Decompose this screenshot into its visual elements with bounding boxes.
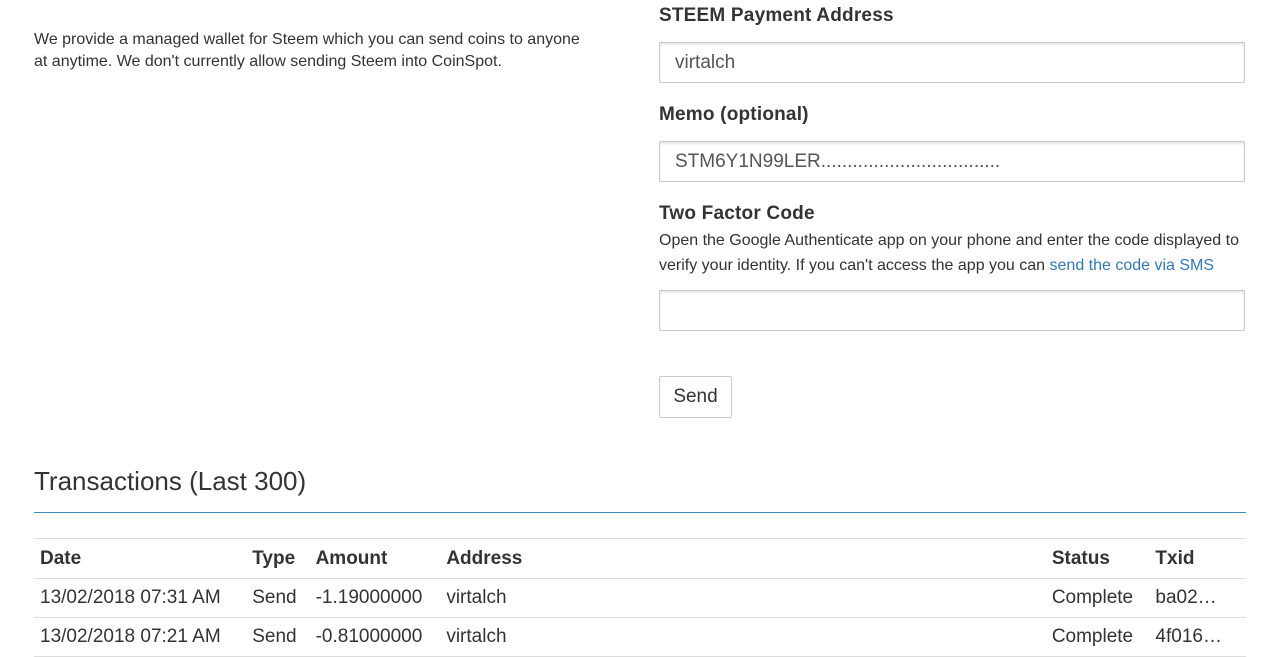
cell-status: Complete: [1045, 578, 1150, 618]
memo-input[interactable]: STM6Y1N99LER............................…: [659, 141, 1245, 182]
cell-type: Send: [246, 617, 310, 657]
table-row: 13/02/2018 07:21 AM Send -0.81000000 vir…: [34, 617, 1246, 657]
memo-label: Memo (optional): [659, 104, 809, 125]
send-code-sms-link[interactable]: send the code via SMS: [1050, 257, 1215, 274]
cell-address: virtalch: [440, 578, 1046, 618]
column-header-amount[interactable]: Amount: [309, 538, 441, 579]
table-row: 13/02/2018 07:31 AM Send -1.19000000 vir…: [34, 578, 1246, 618]
cell-amount: -1.19000000: [309, 578, 441, 618]
table-header-row: Date Type Amount Address Status Txid: [34, 538, 1246, 579]
transactions-title: Transactions (Last 300): [34, 466, 307, 496]
cell-date: 13/02/2018 07:21 AM: [34, 617, 247, 657]
two-factor-code-input[interactable]: [659, 290, 1245, 331]
payment-address-input[interactable]: virtalch: [659, 42, 1245, 83]
cell-txid[interactable]: ba02…: [1149, 578, 1246, 618]
column-header-date[interactable]: Date: [34, 538, 247, 579]
column-header-address[interactable]: Address: [440, 538, 1046, 579]
address-label: STEEM Payment Address: [659, 5, 894, 26]
cell-status: Complete: [1045, 617, 1150, 657]
cell-type: Send: [246, 578, 310, 618]
cell-amount: -0.81000000: [309, 617, 441, 657]
two-factor-help: Open the Google Authenticate app on your…: [659, 228, 1249, 278]
send-button[interactable]: Send: [659, 376, 732, 418]
cell-txid[interactable]: 4f016…: [1149, 617, 1246, 657]
section-divider: [34, 512, 1246, 513]
transactions-table: Date Type Amount Address Status Txid 13/…: [34, 538, 1246, 657]
cell-address: virtalch: [440, 617, 1046, 657]
column-header-type[interactable]: Type: [246, 538, 310, 579]
wallet-intro-text: We provide a managed wallet for Steem wh…: [34, 31, 580, 70]
column-header-txid[interactable]: Txid: [1149, 538, 1246, 579]
column-header-status[interactable]: Status: [1045, 538, 1150, 579]
two-factor-label: Two Factor Code: [659, 203, 815, 224]
cell-date: 13/02/2018 07:31 AM: [34, 578, 247, 618]
